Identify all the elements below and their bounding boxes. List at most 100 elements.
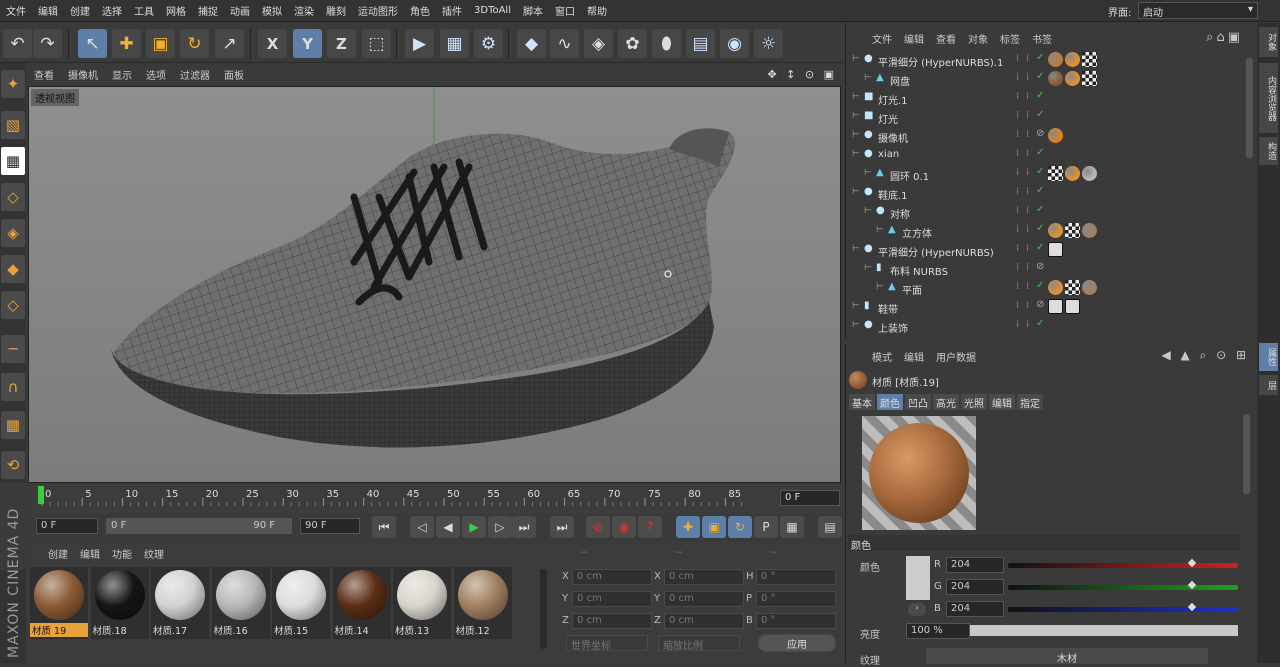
mode-tool-9[interactable]: ▦: [1, 411, 25, 439]
material-tag-icon[interactable]: [1048, 280, 1063, 295]
tab-3[interactable]: 高光: [933, 394, 959, 410]
material-tag-icon[interactable]: [1082, 166, 1097, 181]
mode-tool-10[interactable]: ⟲: [1, 451, 25, 479]
rotate-button[interactable]: ↻: [180, 29, 209, 58]
object-visibility[interactable]: ⁞ ⁞ ✓: [1016, 185, 1052, 200]
perspective-viewport[interactable]: 透视视图: [28, 86, 841, 483]
object-row[interactable]: ⊢ ● 上装饰 ⁞ ⁞ ✓: [848, 317, 1248, 336]
material-tag-icon[interactable]: [1082, 280, 1097, 295]
brightness-field[interactable]: 100 %: [906, 623, 970, 639]
material-swatch[interactable]: 材质.18: [90, 567, 149, 639]
key-rotation-button[interactable]: ↻: [728, 516, 752, 538]
menu-3[interactable]: 选择: [96, 3, 128, 18]
r-slider[interactable]: [1008, 558, 1238, 568]
color-picker-toggle-icon[interactable]: ›: [908, 603, 926, 616]
side-tab-2[interactable]: 构造: [1259, 137, 1278, 165]
key-param-button[interactable]: P: [754, 516, 778, 538]
coord-field[interactable]: 0 cm: [664, 613, 744, 629]
menu-15[interactable]: 脚本: [517, 3, 549, 18]
cloner-button[interactable]: ✿: [618, 29, 647, 58]
undo-button[interactable]: ↶: [3, 29, 32, 58]
object-visibility[interactable]: ⁞ ⁞ ✓: [1016, 71, 1052, 86]
material-swatch[interactable]: 材质.17: [151, 567, 209, 639]
mode-tool-0[interactable]: ✦: [1, 70, 25, 98]
tab-0[interactable]: 基本: [849, 394, 875, 410]
x-axis-button[interactable]: X: [258, 29, 287, 58]
texture-tag-icon[interactable]: [1065, 223, 1080, 238]
material-swatch[interactable]: 材质.16: [211, 567, 270, 639]
render-settings-button[interactable]: ⚙: [474, 29, 503, 58]
object-menu-5[interactable]: 书签: [1026, 31, 1058, 46]
slider-knob[interactable]: [1187, 602, 1197, 612]
auto-key-button[interactable]: ◉: [612, 516, 636, 538]
object-menu-4[interactable]: 标签: [994, 31, 1026, 46]
object-visibility[interactable]: ⁞ ⁞ ⊘: [1016, 128, 1052, 143]
side-tab-0[interactable]: 对象: [1259, 27, 1278, 57]
viewport-menu-3[interactable]: 选项: [139, 67, 173, 82]
object-menu-2[interactable]: 查看: [930, 31, 962, 46]
menu-10[interactable]: 雕刻: [320, 3, 352, 18]
object-row[interactable]: ⊢ ● xian ⁞ ⁞ ✓: [848, 146, 1248, 165]
mode-tool-5[interactable]: ◆: [1, 255, 25, 283]
menu-0[interactable]: 文件: [0, 3, 32, 18]
b-field[interactable]: 204: [946, 601, 1004, 617]
material-tag-icon[interactable]: [1065, 71, 1080, 86]
menu-9[interactable]: 渲染: [288, 3, 320, 18]
menu-6[interactable]: 捕捉: [192, 3, 224, 18]
material-menu-0[interactable]: 创建: [42, 546, 74, 561]
apply-button[interactable]: 应用: [758, 634, 836, 652]
viewport-nav-icons[interactable]: ✥ ↕ ⊙ ▣: [767, 68, 837, 81]
color-swatch[interactable]: [906, 556, 930, 600]
redo-button[interactable]: ↷: [33, 29, 62, 58]
attribute-scrollbar[interactable]: [1243, 414, 1250, 494]
cube-primitive-button[interactable]: ◆: [517, 29, 546, 58]
object-row[interactable]: ⊢ ● 平滑细分 (HyperNURBS).1 ⁞ ⁞ ✓: [848, 51, 1248, 70]
material-swatch[interactable]: 材质 19: [30, 567, 88, 639]
light-button[interactable]: ☼: [754, 29, 783, 58]
material-menu-2[interactable]: 功能: [106, 546, 138, 561]
tab-4[interactable]: 光照: [961, 394, 987, 410]
spline-pen-button[interactable]: ∿: [550, 29, 579, 58]
viewport-menu-1[interactable]: 摄像机: [61, 67, 105, 82]
coord-field[interactable]: 0 °: [756, 569, 836, 585]
tab-6[interactable]: 指定: [1017, 394, 1043, 410]
object-visibility[interactable]: ⁞ ⁞ ✓: [1016, 204, 1052, 219]
key-position-button[interactable]: ✚: [676, 516, 700, 538]
material-tag-icon[interactable]: [1048, 128, 1063, 143]
attribute-nav-icons[interactable]: ◀ ▲ ⌕ ⊙ ⊞: [1161, 348, 1249, 363]
object-row[interactable]: ⊢ ▮ 鞋带 ⁞ ⁞ ⊘: [848, 298, 1248, 317]
slider-knob[interactable]: [1187, 580, 1197, 590]
y-axis-button[interactable]: Y: [293, 29, 322, 58]
last-tool-button[interactable]: ↗: [215, 29, 244, 58]
r-field[interactable]: 204: [946, 557, 1004, 573]
coord-field[interactable]: 0 °: [756, 613, 836, 629]
object-row[interactable]: ⊢ ▲ 立方体 ⁞ ⁞ ✓: [848, 222, 1248, 241]
object-visibility[interactable]: ⁞ ⁞ ⊘: [1016, 261, 1052, 276]
object-visibility[interactable]: ⁞ ⁞ ✓: [1016, 147, 1052, 162]
material-tag-icon[interactable]: [1065, 52, 1080, 67]
side-tab-1[interactable]: 内容浏览器: [1259, 63, 1278, 133]
go-start-button[interactable]: ⏮: [372, 516, 396, 538]
keyframe-selection-button[interactable]: ?: [638, 516, 662, 538]
material-swatch[interactable]: 材质.12: [453, 567, 512, 639]
side-tab-3[interactable]: 属性: [1259, 343, 1278, 371]
object-visibility[interactable]: ⁞ ⁞ ✓: [1016, 223, 1052, 238]
z-axis-button[interactable]: Z: [327, 29, 356, 58]
menu-7[interactable]: 动画: [224, 3, 256, 18]
menu-4[interactable]: 工具: [128, 3, 160, 18]
material-tag-icon[interactable]: [1048, 52, 1063, 67]
select-arrow-button[interactable]: ↖: [78, 29, 107, 58]
menu-13[interactable]: 插件: [436, 3, 468, 18]
object-menu-3[interactable]: 对象: [962, 31, 994, 46]
object-row[interactable]: ⊢ ● 摄像机 ⁞ ⁞ ⊘: [848, 127, 1248, 146]
coord-field[interactable]: 0 cm: [664, 569, 744, 585]
mode-tool-4[interactable]: ◈: [1, 219, 25, 247]
prev-key-button[interactable]: ◁: [410, 516, 434, 538]
floor-button[interactable]: ▤: [686, 29, 715, 58]
texture-tag-icon[interactable]: [1082, 52, 1097, 67]
g-field[interactable]: 204: [946, 579, 1004, 595]
menu-1[interactable]: 编辑: [32, 3, 64, 18]
coord-scale-select[interactable]: 缩放比例: [658, 635, 740, 652]
layout-select[interactable]: 启动: [1138, 2, 1258, 19]
constraint-tag-icon[interactable]: [1048, 299, 1063, 314]
